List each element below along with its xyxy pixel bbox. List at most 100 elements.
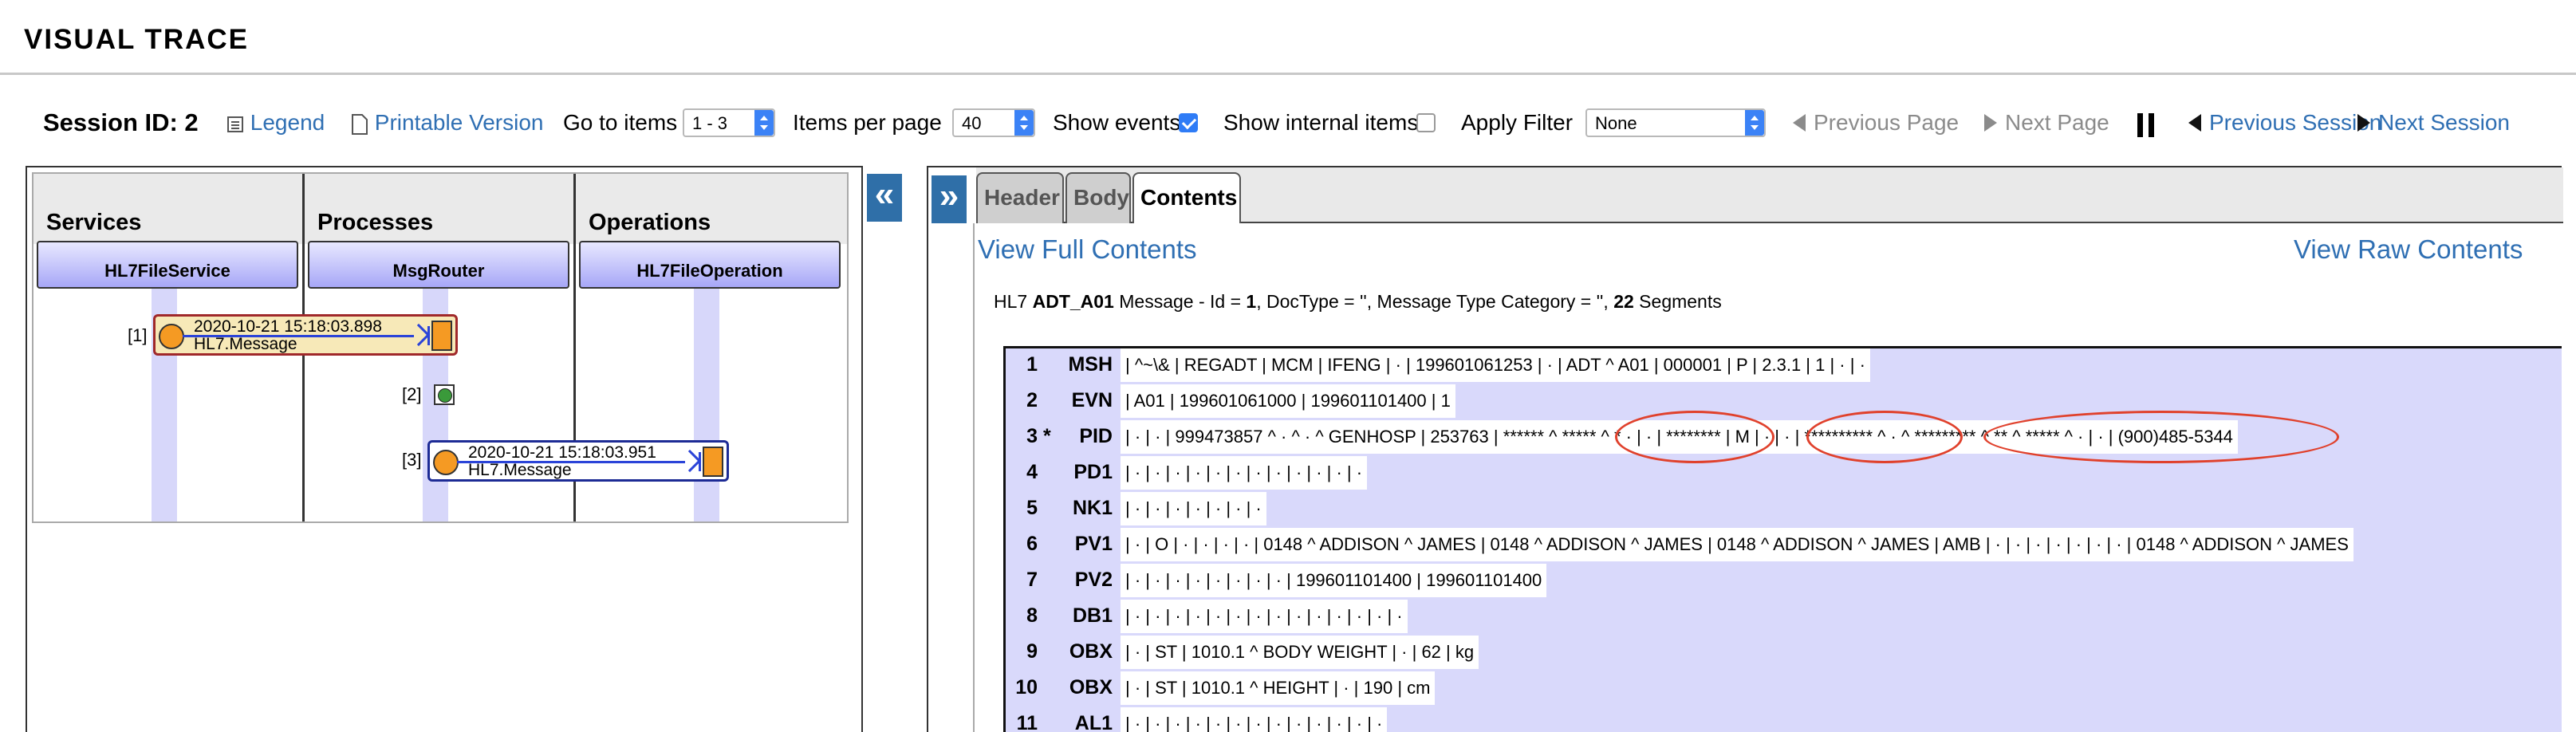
filter-value: None bbox=[1595, 113, 1637, 133]
panel-separator bbox=[887, 166, 906, 732]
segment-name[interactable]: DB1 bbox=[1054, 600, 1117, 633]
message-3[interactable]: 2020-10-21 15:18:03.951 HL7.Message bbox=[427, 440, 729, 482]
items-per-page-label: Items per page bbox=[793, 110, 942, 135]
segment-data: | · | · | · | · | · | · | · | · | · | · … bbox=[1121, 600, 1408, 633]
view-raw-contents-link[interactable]: View Raw Contents bbox=[2294, 234, 2523, 265]
segment-data: | · | O | · | · | · | · | 0148 ^ ADDISON… bbox=[1121, 528, 2353, 561]
segment-number: 5 bbox=[1006, 492, 1044, 525]
segment-number: 10 bbox=[1006, 671, 1044, 705]
arrow-line bbox=[183, 335, 414, 337]
items-per-page-select[interactable]: 40 bbox=[952, 108, 1035, 137]
column-title: Services bbox=[46, 210, 142, 235]
segment-data: | · | · | · | · | · | · | · | · | · | · … bbox=[1121, 456, 1368, 490]
summary-prefix: HL7 bbox=[994, 291, 1033, 312]
message-summary: HL7 ADT_A01 Message - Id = 1, DocType = … bbox=[994, 291, 1722, 313]
goto-value: 1 - 3 bbox=[692, 113, 728, 133]
segment-number: 4 bbox=[1006, 456, 1044, 490]
column-title: Operations bbox=[589, 210, 711, 235]
goto-label: Go to items bbox=[563, 110, 678, 135]
next-session-button[interactable]: Next Session bbox=[2357, 110, 2510, 136]
segment-data: | · | · | · | · | · | · | · bbox=[1121, 492, 1266, 525]
pause-icon[interactable] bbox=[2137, 113, 2155, 137]
redaction-highlight bbox=[1806, 411, 1963, 463]
legend-label: Legend bbox=[250, 110, 325, 135]
segment-number: 9 bbox=[1006, 636, 1044, 669]
segment-number: 3 bbox=[1006, 420, 1044, 454]
select-arrow-icon bbox=[1745, 110, 1764, 136]
next-page-button[interactable]: Next Page bbox=[1984, 110, 2109, 136]
summary-mid1: Message - Id = bbox=[1113, 291, 1247, 312]
page-title: VISUAL TRACE bbox=[24, 24, 249, 55]
segment-number: 2 bbox=[1006, 384, 1044, 418]
segment-name[interactable]: NK1 bbox=[1054, 492, 1117, 525]
column-header: Processes bbox=[305, 174, 573, 244]
source-circle-icon bbox=[433, 450, 459, 475]
arrow-line bbox=[457, 461, 685, 463]
segment-name[interactable]: MSH bbox=[1054, 348, 1117, 382]
lifeline bbox=[694, 289, 719, 521]
arrow-bar-icon bbox=[427, 326, 430, 345]
segment-data: | · | · | · | · | · | · | · | · | · | · … bbox=[1121, 707, 1388, 732]
triangle-left-icon bbox=[1793, 114, 1806, 132]
message-index: [3] bbox=[402, 450, 422, 470]
redaction-highlight bbox=[1615, 411, 1774, 463]
segment-number: 8 bbox=[1006, 600, 1044, 633]
host-hl7fileoperation[interactable]: HL7FileOperation bbox=[579, 241, 841, 289]
host-msgrouter[interactable]: MsgRouter bbox=[308, 241, 569, 289]
segment-number: 1 bbox=[1006, 348, 1044, 382]
segment-name[interactable]: PV2 bbox=[1054, 564, 1117, 597]
tab-header[interactable]: Header bbox=[976, 172, 1064, 223]
segment-table: 1 MSH | ^~\& | REGADT | MCM | IFENG | · … bbox=[1003, 346, 2562, 732]
printable-label: Printable Version bbox=[374, 110, 544, 135]
top-bar: VISUAL TRACE bbox=[0, 0, 2576, 75]
previous-session-label: Previous Session bbox=[2209, 110, 2382, 135]
view-full-contents-link[interactable]: View Full Contents bbox=[978, 234, 1197, 265]
segment-name[interactable]: AL1 bbox=[1054, 707, 1117, 732]
segment-data: | ^~\& | REGADT | MCM | IFENG | · | 1996… bbox=[1121, 348, 1870, 382]
trace-diagram-panel: Services HL7FileService Processes MsgRou… bbox=[26, 166, 863, 732]
segment-name[interactable]: OBX bbox=[1054, 671, 1117, 705]
message-panel: » Header Body Contents View Full Content… bbox=[927, 166, 2563, 732]
goto-select[interactable]: 1 - 3 bbox=[683, 108, 775, 137]
arrow-bar-icon bbox=[699, 452, 701, 471]
collapse-left-button[interactable]: « bbox=[867, 174, 902, 222]
tab-bar: Header Body Contents bbox=[976, 167, 2563, 225]
segment-name[interactable]: PV1 bbox=[1054, 528, 1117, 561]
expand-right-button[interactable]: » bbox=[932, 175, 967, 223]
segment-name[interactable]: PID bbox=[1054, 420, 1117, 454]
segment-data: | · | ST | 1010.1 ^ HEIGHT | · | 190 | c… bbox=[1121, 671, 1436, 705]
triangle-right-icon bbox=[1984, 114, 1997, 132]
host-label: HL7FileOperation bbox=[636, 261, 783, 281]
show-internal-checkbox[interactable] bbox=[1416, 113, 1436, 132]
segment-name[interactable]: EVN bbox=[1054, 384, 1117, 418]
tab-contents[interactable]: Contents bbox=[1132, 172, 1241, 225]
event-dot-icon[interactable] bbox=[434, 384, 455, 405]
show-events-checkbox[interactable] bbox=[1179, 113, 1198, 132]
summary-suffix: Segments bbox=[1633, 291, 1722, 312]
target-square-icon bbox=[703, 447, 723, 477]
summary-mid2: , DocType = '', Message Type Category = … bbox=[1256, 291, 1614, 312]
segment-name[interactable]: OBX bbox=[1054, 636, 1117, 669]
previous-page-label: Previous Page bbox=[1814, 110, 1960, 135]
triangle-left-icon bbox=[2188, 114, 2201, 132]
host-hl7fileservice[interactable]: HL7FileService bbox=[37, 241, 298, 289]
segment-number: 11 bbox=[1006, 707, 1044, 732]
filter-select[interactable]: None bbox=[1585, 108, 1766, 137]
session-id: Session ID: 2 bbox=[43, 108, 199, 136]
event-index: [2] bbox=[402, 384, 422, 404]
column-header: Services bbox=[33, 174, 302, 244]
previous-session-button[interactable]: Previous Session bbox=[2188, 110, 2381, 136]
printable-version-link[interactable]: Printable Version bbox=[351, 110, 543, 136]
legend-link[interactable]: Legend bbox=[226, 110, 325, 136]
previous-page-button[interactable]: Previous Page bbox=[1793, 110, 1959, 136]
host-label: HL7FileService bbox=[104, 261, 230, 281]
target-square-icon bbox=[431, 321, 452, 351]
tab-body[interactable]: Body bbox=[1065, 172, 1131, 223]
summary-id: 1 bbox=[1246, 291, 1257, 312]
trace-diagram: Services HL7FileService Processes MsgRou… bbox=[32, 172, 849, 523]
segment-name[interactable]: PD1 bbox=[1054, 456, 1117, 490]
select-arrow-icon bbox=[754, 110, 774, 136]
next-page-label: Next Page bbox=[2005, 110, 2109, 135]
message-1[interactable]: 2020-10-21 15:18:03.898 HL7.Message bbox=[153, 314, 458, 356]
segment-data: | · | · | · | · | · | · | · | · | 199601… bbox=[1121, 564, 1547, 597]
